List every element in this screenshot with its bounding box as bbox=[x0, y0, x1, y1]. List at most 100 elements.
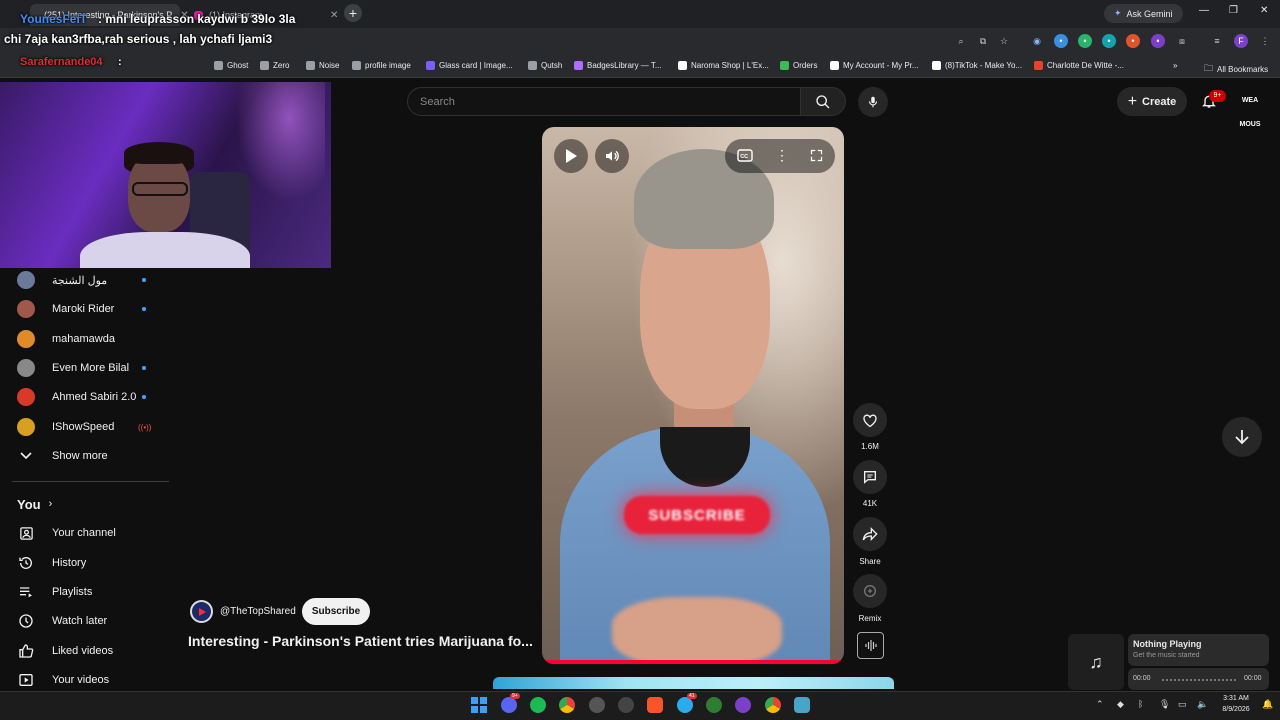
extension-blue-icon[interactable]: • bbox=[1054, 34, 1068, 48]
subscription-item[interactable]: Even More Bilal bbox=[17, 357, 146, 379]
captions-icon: CC bbox=[737, 149, 753, 162]
windows-logo-icon bbox=[471, 697, 487, 713]
app-icon-green[interactable] bbox=[706, 697, 722, 713]
extensions-puzzle-icon[interactable]: ⧈ bbox=[1175, 34, 1189, 48]
tray-app-icon[interactable]: ◆ bbox=[1117, 699, 1124, 710]
tray-volume-icon[interactable]: 🔈 bbox=[1197, 699, 1208, 710]
ask-gemini-button[interactable]: ✦ Ask Gemini bbox=[1104, 4, 1183, 23]
minimize-button[interactable]: — bbox=[1199, 5, 1209, 16]
clock-time: 3:31 AM bbox=[1223, 695, 1249, 702]
bookmark-item[interactable]: Ghost bbox=[214, 61, 248, 70]
shorts-video-player[interactable]: SUBSCRIBE CC ⋮ bbox=[542, 127, 844, 664]
start-button[interactable] bbox=[471, 697, 487, 713]
close-window-button[interactable]: ✕ bbox=[1260, 5, 1268, 16]
you-item[interactable]: Playlists bbox=[17, 581, 92, 603]
zoom-icon[interactable]: ⌕ bbox=[954, 34, 968, 48]
app-icon-blue[interactable] bbox=[794, 697, 810, 713]
steam-app-icon[interactable] bbox=[618, 697, 634, 713]
search-input[interactable]: Search bbox=[420, 96, 455, 108]
bookmark-star-icon[interactable]: ☆ bbox=[997, 34, 1011, 48]
bookmark-item[interactable]: Noise bbox=[306, 61, 339, 70]
bookmark-item[interactable]: Naroma Shop | L'Ex... bbox=[678, 61, 769, 70]
fullscreen-button[interactable] bbox=[809, 148, 824, 168]
extension-green-icon[interactable]: • bbox=[1078, 34, 1092, 48]
music-seek-bar[interactable] bbox=[1162, 679, 1236, 681]
account-avatar[interactable]: WEA MOUS bbox=[1236, 89, 1264, 128]
video-progress-bar[interactable] bbox=[542, 660, 844, 664]
you-item[interactable]: Your channel bbox=[17, 522, 116, 544]
bookmark-item[interactable]: profile image bbox=[352, 61, 411, 70]
tray-chevron-up-icon[interactable]: ⌃ bbox=[1096, 699, 1104, 710]
subscribe-button[interactable]: Subscribe bbox=[302, 598, 370, 625]
extension-purple-icon[interactable]: • bbox=[1151, 34, 1165, 48]
remix-button[interactable] bbox=[853, 574, 887, 608]
extension-teal-icon[interactable]: • bbox=[1102, 34, 1116, 48]
subscription-item[interactable]: Ahmed Sabiri 2.0 bbox=[17, 386, 146, 408]
spotify-app-icon[interactable] bbox=[530, 697, 546, 713]
all-bookmarks-button[interactable]: 🗀 All Bookmarks bbox=[1204, 61, 1268, 77]
video-title[interactable]: Interesting - Parkinson's Patient tries … bbox=[188, 633, 533, 649]
subscription-item[interactable]: mahamawda bbox=[17, 328, 115, 350]
bookmark-item[interactable]: Glass card | Image... bbox=[426, 61, 513, 70]
profile-avatar[interactable]: F bbox=[1234, 34, 1248, 48]
extension-orange-icon[interactable]: • bbox=[1126, 34, 1140, 48]
bookmark-item[interactable]: Orders bbox=[780, 61, 817, 70]
bookmark-item[interactable]: Qutsh bbox=[528, 61, 562, 70]
chrome-app-icon[interactable] bbox=[559, 697, 575, 713]
cast-icon[interactable]: ⧉ bbox=[976, 34, 990, 48]
app-icon-purple[interactable] bbox=[735, 697, 751, 713]
search-box[interactable]: Search bbox=[407, 87, 801, 116]
remix-icon bbox=[864, 585, 876, 597]
volume-button[interactable] bbox=[595, 139, 629, 173]
channel-handle[interactable]: @TheTopShared bbox=[220, 606, 296, 617]
discord-app-icon[interactable] bbox=[501, 697, 517, 713]
reading-list-icon[interactable]: ≡ bbox=[1210, 34, 1224, 48]
voice-search-button[interactable] bbox=[858, 87, 888, 117]
taskbar-clock[interactable]: 3:31 AM 8/9/2026 bbox=[1213, 693, 1259, 715]
obs-app-icon[interactable] bbox=[589, 697, 605, 713]
notification-bell-icon[interactable]: 🔔 bbox=[1262, 699, 1273, 710]
comments-button[interactable] bbox=[853, 460, 887, 494]
new-tab-button[interactable]: + bbox=[344, 4, 362, 22]
brave-app-icon[interactable] bbox=[647, 697, 663, 713]
subscription-item[interactable]: مول الشنجة bbox=[17, 269, 146, 291]
more-options-icon[interactable]: ⋮ bbox=[775, 147, 789, 164]
sound-thumbnail-button[interactable] bbox=[857, 632, 884, 659]
search-button[interactable] bbox=[800, 87, 846, 116]
bookmarks-overflow-button[interactable]: » bbox=[1173, 61, 1177, 70]
you-item[interactable]: Liked videos bbox=[17, 640, 113, 662]
like-button[interactable] bbox=[853, 403, 887, 437]
tray-bluetooth-icon[interactable]: ᛒ bbox=[1138, 699, 1143, 709]
remix-label: Remix bbox=[858, 614, 882, 623]
show-more-button[interactable]: Show more bbox=[17, 445, 108, 467]
channel-avatar bbox=[17, 418, 35, 436]
you-item[interactable]: Your videos bbox=[17, 669, 109, 691]
play-button[interactable] bbox=[554, 139, 588, 173]
restore-button[interactable]: ❐ bbox=[1229, 5, 1238, 16]
bookmark-item[interactable]: Zero bbox=[260, 61, 289, 70]
create-button[interactable]: + Create bbox=[1117, 87, 1187, 116]
subscription-item[interactable]: Maroki Rider bbox=[17, 298, 146, 320]
extension-wave-icon[interactable]: ◉ bbox=[1030, 34, 1044, 48]
channel-avatar[interactable] bbox=[190, 600, 213, 623]
share-button[interactable] bbox=[853, 517, 887, 551]
you-item[interactable]: Watch later bbox=[17, 610, 107, 632]
you-section-header[interactable]: You › bbox=[17, 493, 52, 515]
you-item[interactable]: History bbox=[17, 552, 86, 574]
bookmark-item[interactable]: (8)TikTok - Make Yo... bbox=[932, 61, 1022, 70]
bookmark-favicon-icon bbox=[678, 61, 687, 70]
captions-button[interactable]: CC bbox=[737, 149, 753, 167]
tray-network-icon[interactable]: ▭ bbox=[1178, 699, 1187, 710]
next-video-button[interactable] bbox=[1222, 417, 1262, 457]
subscription-item[interactable]: IShowSpeed ((•)) bbox=[17, 416, 151, 438]
tray-mic-icon[interactable]: 🎙 bbox=[1159, 699, 1170, 710]
chrome-active-app-icon[interactable] bbox=[765, 697, 781, 713]
music-note-icon[interactable]: ♫ bbox=[1068, 634, 1124, 690]
bookmark-item[interactable]: BadgesLibrary — T... bbox=[574, 61, 662, 70]
bookmark-item[interactable]: Charlotte De Witte -... bbox=[1034, 61, 1124, 70]
tab-close-icon[interactable]: ✕ bbox=[330, 10, 338, 21]
bookmark-favicon-icon bbox=[830, 61, 839, 70]
bookmark-item[interactable]: My Account - My Pr... bbox=[830, 61, 919, 70]
browser-menu-icon[interactable]: ⋮ bbox=[1258, 34, 1272, 48]
telegram-app-icon[interactable] bbox=[677, 697, 693, 713]
